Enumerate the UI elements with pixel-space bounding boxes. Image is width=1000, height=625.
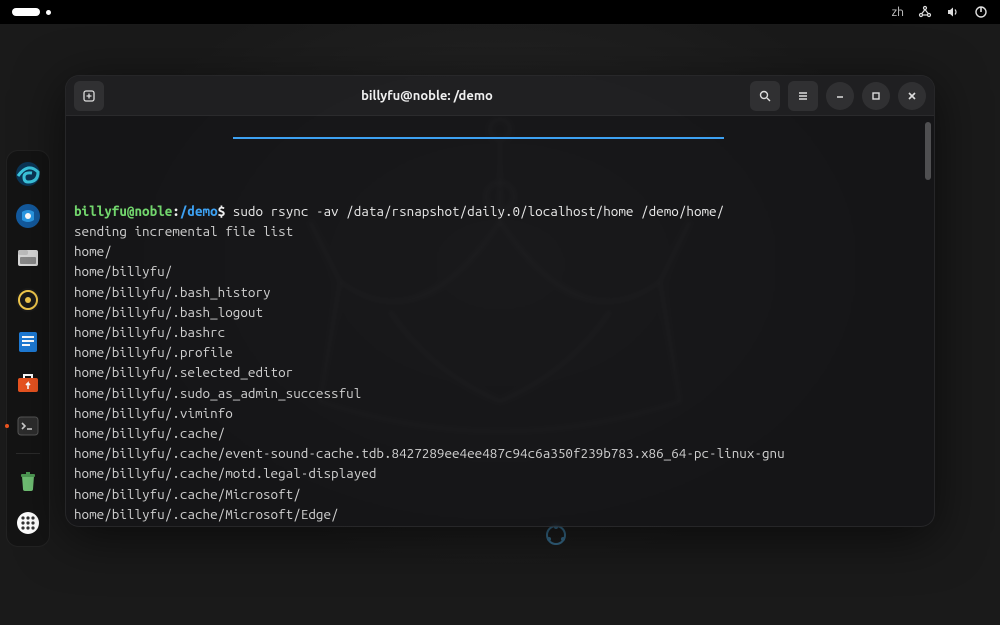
dock-item-thunderbird[interactable]	[11, 199, 45, 233]
network-icon[interactable]	[918, 5, 932, 19]
output-line: home/billyfu/.bashrc	[74, 322, 926, 342]
new-tab-button[interactable]	[74, 81, 104, 111]
output-line: home/billyfu/.sudo_as_admin_successful	[74, 383, 926, 403]
output-line: home/billyfu/.cache/	[74, 423, 926, 443]
output-line: home/billyfu/.cache/event-sound-cache.td…	[74, 443, 926, 463]
terminal-body[interactable]: billyfu@noble:/demo$ sudo rsync -av /dat…	[66, 116, 934, 526]
command-text: sudo rsync -av /data/rsnapshot/daily.0/l…	[233, 203, 724, 219]
maximize-button[interactable]	[862, 82, 890, 110]
input-method-indicator[interactable]: zh	[892, 6, 904, 19]
output-line: home/billyfu/.profile	[74, 342, 926, 362]
output-line: home/billyfu/.cache/Microsoft/Edge/Ident…	[74, 524, 926, 526]
volume-icon[interactable]	[946, 5, 960, 19]
terminal-scrollbar[interactable]	[925, 122, 931, 180]
dock-item-libreoffice-writer[interactable]	[11, 325, 45, 359]
wallpaper-ubuntu-logo	[545, 524, 567, 546]
output-line: home/billyfu/.bash_history	[74, 282, 926, 302]
output-line: home/	[74, 241, 926, 261]
terminal-window: billyfu@noble: /demo billyfu@noble:/demo…	[65, 75, 935, 527]
close-button[interactable]	[898, 82, 926, 110]
titlebar: billyfu@noble: /demo	[66, 76, 934, 116]
power-icon[interactable]	[974, 5, 988, 19]
output-line: home/billyfu/.bash_logout	[74, 302, 926, 322]
dock-item-ubuntu-software[interactable]	[11, 367, 45, 401]
output-line: home/billyfu/.viminfo	[74, 403, 926, 423]
activities-pill	[12, 8, 40, 16]
command-underline	[233, 137, 724, 139]
prompt-user-host: billyfu@noble	[74, 203, 172, 219]
dock-separator	[16, 453, 40, 454]
output-line: sending incremental file list	[74, 221, 926, 241]
dock-item-files[interactable]	[11, 241, 45, 275]
minimize-button[interactable]	[826, 82, 854, 110]
hamburger-menu-button[interactable]	[788, 81, 818, 111]
search-button[interactable]	[750, 81, 780, 111]
dock-item-edge[interactable]	[11, 157, 45, 191]
activities-area[interactable]	[12, 8, 51, 16]
top-bar: zh	[0, 0, 1000, 24]
window-title: billyfu@noble: /demo	[104, 89, 750, 103]
prompt-path: /demo	[180, 203, 218, 219]
output-line: home/billyfu/.cache/Microsoft/	[74, 484, 926, 504]
system-tray: zh	[892, 5, 988, 19]
dock-item-show-apps[interactable]	[11, 506, 45, 540]
workspace-dot	[46, 10, 51, 15]
output-line: home/billyfu/.cache/Microsoft/Edge/	[74, 504, 926, 524]
output-line: home/billyfu/.cache/motd.legal-displayed	[74, 463, 926, 483]
prompt-colon: :	[172, 203, 180, 219]
prompt-line: billyfu@noble:/demo$ sudo rsync -av /dat…	[74, 201, 926, 221]
dock-item-rhythmbox[interactable]	[11, 283, 45, 317]
output-line: home/billyfu/.selected_editor	[74, 362, 926, 382]
dock-item-terminal[interactable]	[11, 409, 45, 443]
output-line: home/billyfu/	[74, 261, 926, 281]
dock-item-trash[interactable]	[11, 464, 45, 498]
dock	[6, 150, 50, 547]
prompt-symbol: $	[218, 203, 226, 219]
